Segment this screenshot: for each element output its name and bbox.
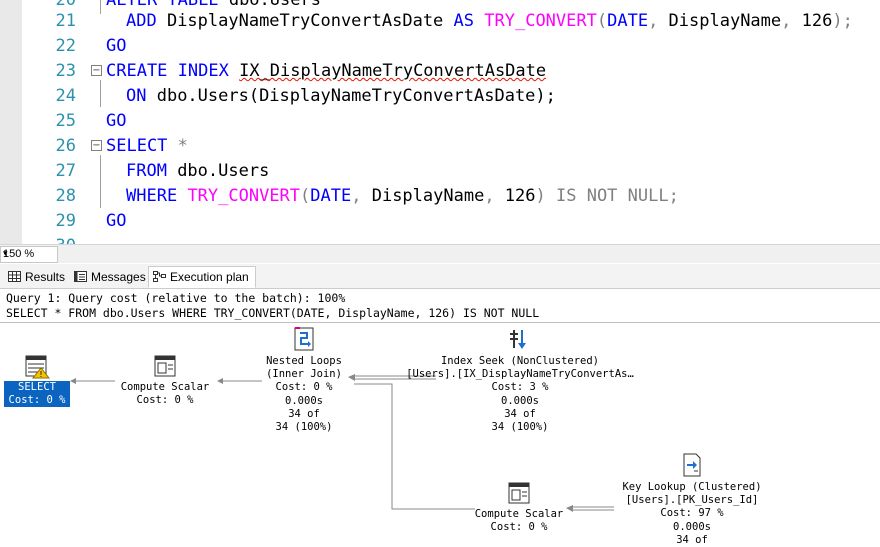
node-time: 0.000s: [501, 394, 539, 407]
messages-icon: [74, 271, 87, 282]
node-row-pct: 34 (100%): [491, 421, 549, 434]
code-text: ADD DisplayNameTryConvertAsDate AS TRY_C…: [126, 11, 853, 31]
line-number: 30: [28, 234, 76, 244]
code-text: CREATE INDEX IX_DisplayNameTryConvertAsD…: [106, 61, 547, 81]
code-line: 22 GO: [0, 34, 880, 59]
node-time: 0.000s: [673, 520, 711, 533]
code-text: GO: [106, 111, 127, 131]
nested-loops-icon: [294, 327, 314, 351]
line-number: 28: [55, 186, 76, 206]
tab-execution-plan[interactable]: Execution plan: [148, 266, 256, 288]
results-tab-bar: Results Messages Execution plan: [0, 264, 880, 289]
select-icon: !: [25, 355, 50, 379]
code-text: WHERE TRY_CONVERT(DATE, DisplayName, 126…: [126, 186, 679, 206]
plan-node-select[interactable]: !: [4, 355, 70, 379]
node-cost: Cost: 0 %: [275, 381, 333, 394]
line-number: 29: [55, 211, 76, 231]
line-number: 23: [55, 61, 76, 81]
index-seek-icon: [510, 330, 526, 349]
code-text: GO: [106, 211, 127, 231]
node-cost: Cost: 0 %: [490, 521, 548, 534]
chevron-down-icon: ▾: [3, 248, 8, 258]
collapse-toggle[interactable]: −: [91, 140, 102, 151]
code-text: ON dbo.Users(DisplayNameTryConvertAsDate…: [126, 86, 556, 106]
node-cost: Cost: 0 %: [8, 394, 66, 406]
tab-messages[interactable]: Messages: [70, 267, 152, 287]
code-line: 28 WHERE TRY_CONVERT(DATE, DisplayName, …: [0, 184, 880, 209]
tab-execution-plan-label: Execution plan: [170, 270, 249, 284]
node-name: Compute Scalar: [120, 381, 210, 393]
key-lookup-icon: [683, 453, 701, 477]
node-name: SELECT: [18, 381, 56, 393]
plan-node-key-lookup[interactable]: Key Lookup (Clustered) [Users].[PK_Users…: [612, 453, 772, 547]
line-number: 26: [55, 136, 76, 156]
node-row-pct: 34 (100%): [275, 421, 333, 434]
tab-messages-label: Messages: [91, 270, 146, 284]
line-number: 25: [55, 111, 76, 131]
plan-node-select-label[interactable]: SELECT Cost: 0 %: [4, 381, 70, 407]
sql-editor[interactable]: 20 ALTER TABLE dbo.Users 21 ADD DisplayN…: [0, 0, 880, 244]
line-number: 27: [55, 161, 76, 181]
code-text: GO: [106, 36, 127, 56]
node-subtitle: (Inner Join): [266, 368, 342, 381]
code-line: 23 − CREATE INDEX IX_DisplayNameTryConve…: [0, 59, 880, 84]
line-number: 21: [55, 11, 76, 31]
grid-icon: [8, 271, 21, 282]
code-line: 30: [0, 234, 880, 244]
code-text: FROM dbo.Users: [126, 161, 270, 181]
code-line: 25 GO: [0, 109, 880, 134]
node-subtitle: [Users].[IX_DisplayNameTryConvertAs…: [406, 368, 634, 381]
svg-text:!: !: [39, 370, 42, 379]
node-name: Key Lookup (Clustered): [622, 481, 762, 493]
node-name: Index Seek (NonClustered): [440, 355, 600, 367]
node-name: Compute Scalar: [474, 508, 564, 520]
node-cost: Cost: 0 %: [136, 394, 194, 407]
collapse-toggle[interactable]: −: [91, 65, 102, 76]
line-number: 22: [55, 36, 76, 56]
line-number: 24: [55, 86, 76, 106]
code-line: 26 − SELECT *: [0, 134, 880, 159]
code-line: 21 ADD DisplayNameTryConvertAsDate AS TR…: [0, 9, 880, 34]
node-rows: 34 of: [288, 407, 320, 420]
tab-results[interactable]: Results: [4, 267, 71, 287]
plan-node-index-seek[interactable]: Index Seek (NonClustered) [Users].[IX_Di…: [400, 327, 640, 434]
node-time: 0.000s: [285, 394, 323, 407]
node-subtitle: [Users].[PK_Users_Id]: [625, 494, 759, 507]
code-line: 29 GO: [0, 209, 880, 234]
node-rows: 34 of: [676, 533, 708, 546]
compute-scalar-icon: [154, 355, 176, 377]
node-cost: Cost: 3 %: [491, 381, 549, 394]
plan-node-compute-scalar[interactable]: Compute Scalar Cost: 0 %: [112, 355, 218, 407]
execution-plan-pane[interactable]: Query 1: Query cost (relative to the bat…: [0, 289, 880, 546]
code-line: 27 FROM dbo.Users: [0, 159, 880, 184]
code-text: SELECT *: [106, 136, 188, 156]
plan-node-nested-loops[interactable]: Nested Loops (Inner Join) Cost: 0 % 0.00…: [256, 327, 352, 434]
node-rows: 34 of: [504, 407, 536, 420]
plan-icon: [153, 271, 166, 282]
editor-status-bar: 150 % ▾: [0, 244, 880, 263]
code-line: 24 ON dbo.Users(DisplayNameTryConvertAsD…: [0, 84, 880, 109]
plan-node-compute-scalar-2[interactable]: Compute Scalar Cost: 0 %: [466, 482, 572, 534]
node-cost: Cost: 97 %: [660, 507, 724, 520]
node-name: Nested Loops: [266, 355, 342, 367]
compute-scalar-icon: [508, 482, 530, 504]
zoom-dropdown[interactable]: 150 % ▾: [0, 246, 58, 263]
tab-results-label: Results: [25, 270, 66, 284]
